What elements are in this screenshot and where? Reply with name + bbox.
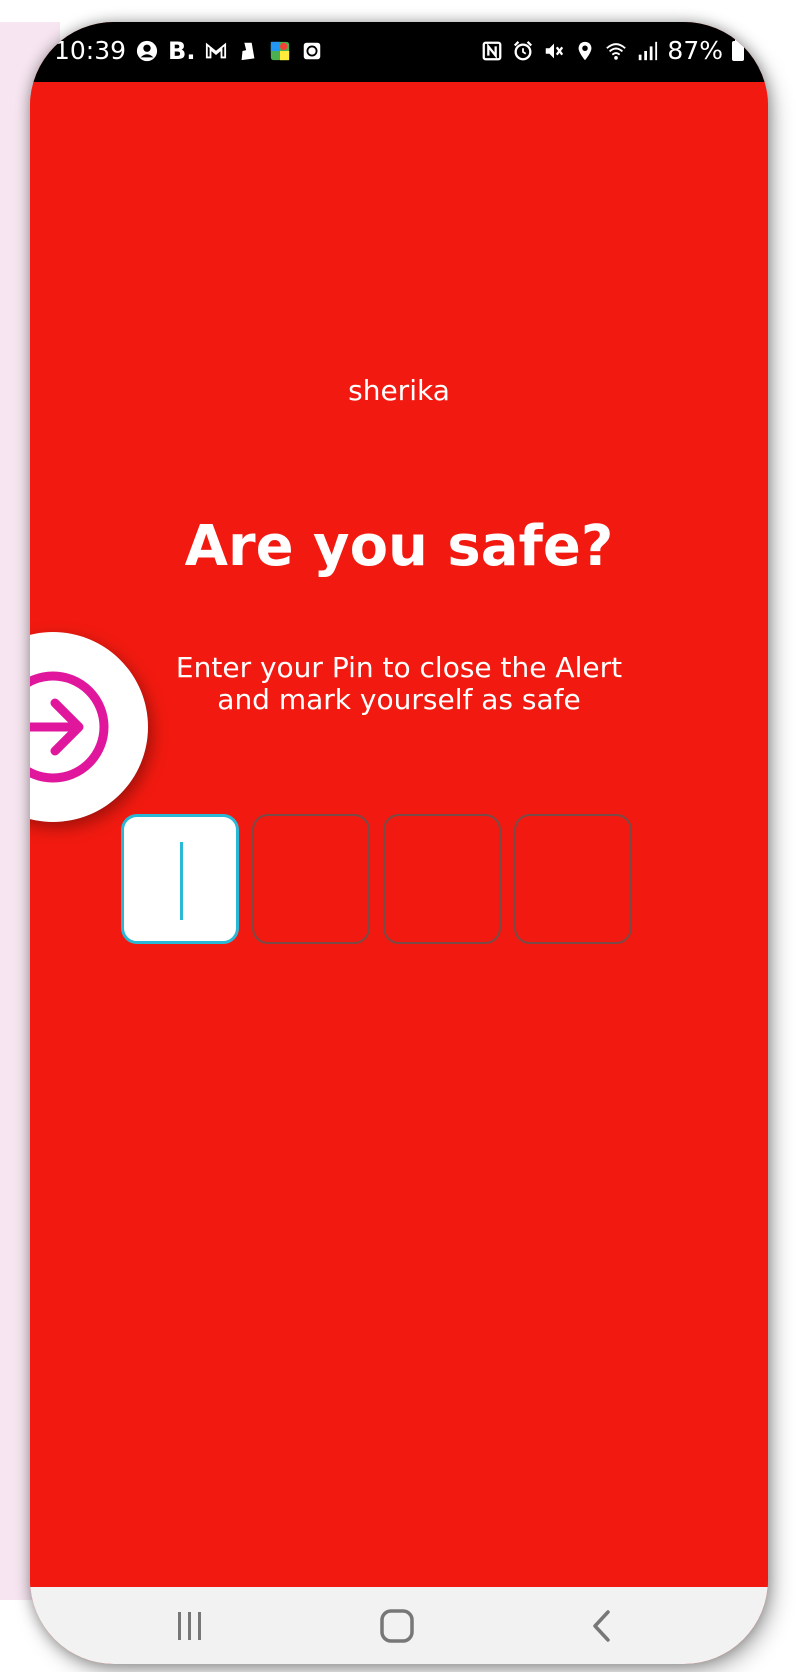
account-circle-icon [136,40,158,61]
recent-apps-button[interactable] [160,1601,220,1651]
gmail-icon [206,42,227,58]
arrow-right-circle-icon [30,671,109,783]
nfc-icon [483,41,502,60]
pin-digit-4[interactable] [514,814,632,944]
deliveroo-icon [242,42,255,60]
phone-frame: 10:39 B. 87% sherika Are you safe? Enter… [30,22,768,1664]
alert-heading: Are you safe? [184,514,614,579]
alert-screen: sherika Are you safe? Enter your Pin to … [30,82,768,1587]
status-bar-right: 87% [481,36,744,65]
navigation-bar [30,1587,768,1664]
text-cursor [180,842,183,920]
maps-icon [271,41,290,60]
battery-percent: 87% [667,36,723,65]
location-icon [579,41,592,60]
status-bar-left: 10:39 B. [54,36,323,65]
recent-apps-icon [178,1612,201,1640]
pin-digit-3[interactable] [383,814,501,944]
instruction-line-2: and mark yourself as safe [217,683,581,716]
pin-digit-1[interactable] [121,814,239,944]
status-time: 10:39 [54,36,127,65]
status-bar: 10:39 B. 87% [30,22,768,82]
mute-icon [546,43,564,58]
clock-app-icon [304,42,321,59]
battery-icon [732,37,744,61]
instruction-line-1: Enter your Pin to close the Alert [175,651,623,684]
wifi-icon [606,42,627,60]
alarm-icon [514,40,533,60]
pin-input-row [121,814,681,948]
side-next-button[interactable] [30,632,148,822]
booking-b-icon: B. [168,36,196,65]
back-icon [593,1610,610,1642]
username-label: sherika [348,374,450,407]
instruction-text: Enter your Pin to close the Alert and ma… [140,652,658,716]
home-button[interactable] [367,1601,427,1651]
home-icon [380,1609,414,1643]
back-button[interactable] [573,1601,633,1651]
signal-icon [639,41,658,60]
pin-digit-2[interactable] [252,814,370,944]
